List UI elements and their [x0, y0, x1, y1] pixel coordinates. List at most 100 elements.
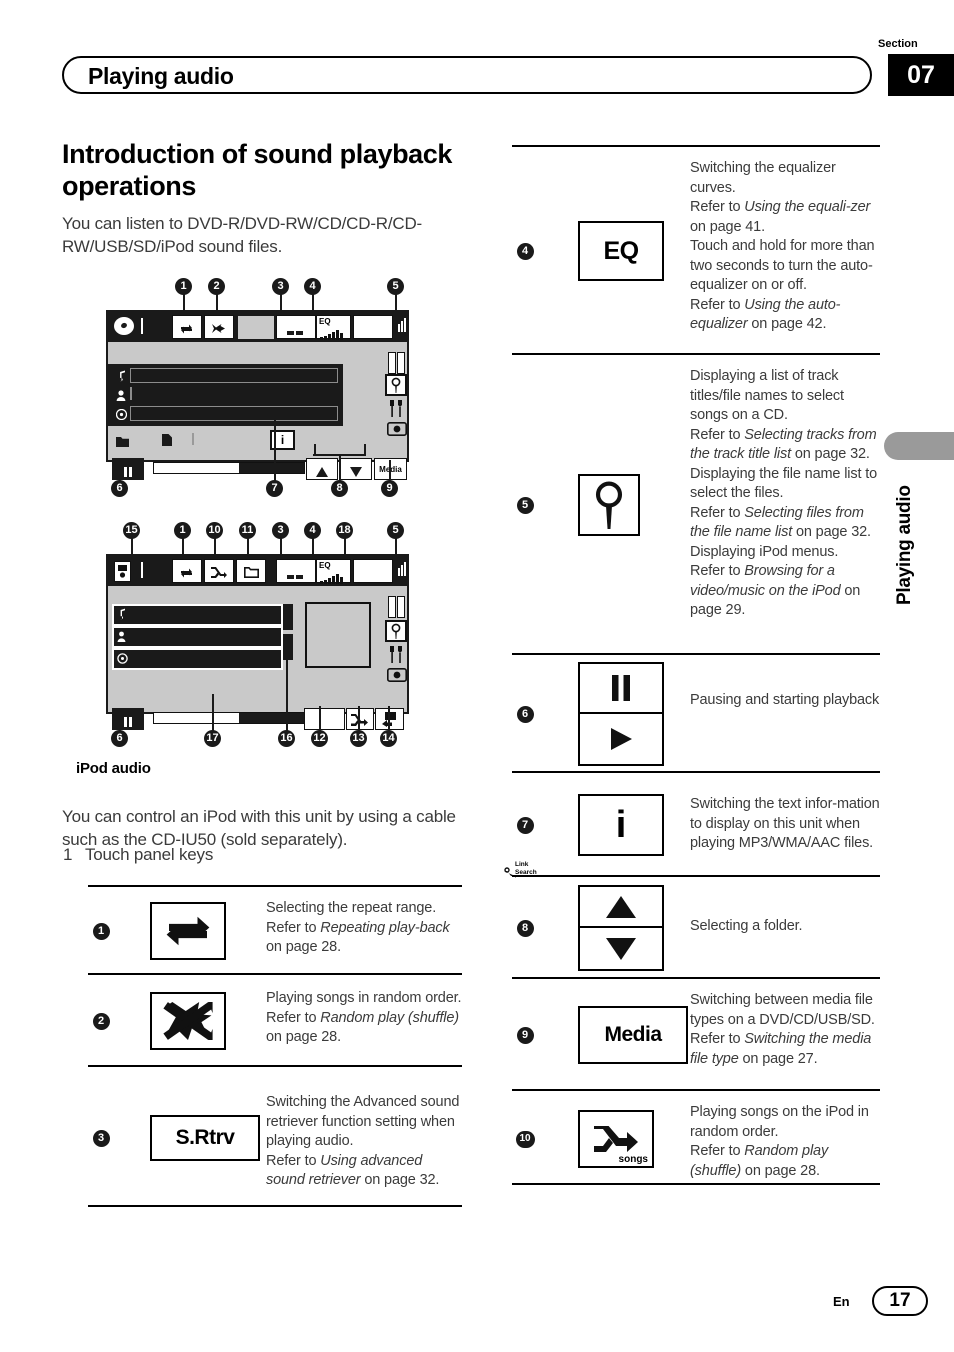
ipod-icon — [114, 561, 131, 582]
key-row: 1 Selecting the repeat range. Refer to Rep… — [88, 885, 462, 973]
repeat-icon[interactable] — [150, 902, 226, 960]
key-description-line: Refer to Random play (shuffle) on page 2… — [266, 1009, 459, 1046]
down-arrow-icon — [350, 464, 362, 477]
key-icon-2 — [150, 992, 226, 1050]
leader-line — [313, 454, 365, 456]
list-row-title[interactable] — [112, 604, 283, 626]
manual-page: Playing audio Section 07 Introduction of… — [0, 0, 954, 1352]
key-description-line: Switching the text infor-mation to displ… — [690, 796, 880, 851]
key-number-10: 10 — [512, 1091, 538, 1187]
note-icon — [116, 369, 126, 382]
key-description: Pausing and starting playback — [690, 691, 882, 711]
callout-16: 16 — [278, 730, 295, 747]
topbar-key-blank[interactable] — [353, 559, 393, 583]
text-icon[interactable]: S.Rtrv — [150, 1115, 260, 1161]
key-description-line: Playing songs in random order. — [266, 990, 462, 1006]
leader-line — [339, 454, 341, 482]
key-row: 4 EQ Switching the equalizer curves. Refer … — [512, 145, 880, 353]
key-description: Playing songs on the iPod in random orde… — [690, 1103, 882, 1181]
callout-9: 9 — [516, 1026, 534, 1044]
up-arrow-icon — [316, 464, 328, 477]
callout-13: 13 — [350, 730, 367, 747]
footer-page-number: 17 — [872, 1286, 928, 1316]
link-search-key[interactable]: Link Search — [304, 708, 537, 878]
key-row: 10 songs Playing songs on the iPod in rand… — [512, 1089, 880, 1185]
callout-14: 14 — [380, 730, 397, 747]
key-number-6: 6 — [512, 655, 538, 773]
key-description-line: Refer to Selecting tracks from the track… — [690, 426, 877, 463]
list-row-artist[interactable] — [112, 626, 283, 648]
key-number-3: 3 — [88, 1067, 114, 1209]
eq-bars-icon — [320, 571, 348, 584]
srtrv-indicator — [287, 575, 294, 579]
callout-4: 4 — [304, 522, 321, 539]
key-description-line: Pausing and starting playback — [690, 692, 880, 708]
down-arrow-icon[interactable] — [578, 928, 664, 971]
list-row-album[interactable] — [112, 648, 283, 670]
scrollbar[interactable] — [388, 352, 396, 374]
callout-17: 17 — [204, 730, 221, 747]
key-number-7: 7 — [512, 773, 538, 877]
artist-icon — [116, 388, 126, 401]
up-arrow-icon[interactable] — [578, 885, 664, 928]
key-icon-7: i — [578, 794, 664, 856]
list-marker: 1 — [63, 845, 73, 864]
topbar-blank-cell — [238, 316, 274, 339]
topbar-key-blank[interactable] — [353, 315, 393, 339]
info-glyph: i — [615, 803, 627, 846]
key-table-left: 1 Selecting the repeat range. Refer to Rep… — [88, 885, 462, 1207]
srtrv-indicator — [287, 331, 294, 335]
running-head-pill: Playing audio — [62, 56, 872, 94]
key-number-1: 1 — [88, 887, 114, 975]
scrollbar[interactable] — [397, 352, 405, 374]
key-description-line: Refer to Repeating play-back on page 28. — [266, 919, 450, 956]
srtrv-key[interactable] — [276, 559, 316, 583]
shuffle-songs-icon[interactable]: songs — [578, 1110, 654, 1168]
album-icon — [115, 407, 128, 421]
srtrv-key[interactable] — [276, 315, 316, 339]
callout-5: 5 — [387, 278, 404, 295]
magnifier-icon[interactable] — [578, 474, 640, 536]
pause-icon — [124, 714, 132, 727]
divider — [141, 318, 143, 334]
footer-language: En — [833, 1294, 850, 1309]
illustration-disc-audio: 1 2 3 4 5 EQ i 6 7 8 9 — [100, 278, 415, 498]
scroll-handle[interactable] — [283, 634, 293, 660]
album-line — [130, 406, 338, 421]
page-title: Introduction of sound playback operation… — [62, 139, 453, 201]
eq-bars-icon — [320, 327, 348, 340]
key-description-line: Touch and hold for more than two seconds… — [690, 238, 875, 293]
leader-line — [358, 706, 360, 732]
callout-11: 11 — [239, 522, 256, 539]
callout-1: 1 — [92, 922, 110, 940]
play-icon[interactable] — [578, 714, 664, 766]
list-text: Touch panel keys — [85, 845, 214, 864]
key-description: Switching between media file types on a … — [690, 991, 882, 1069]
album-artwork — [305, 602, 371, 668]
info-icon[interactable]: i — [578, 794, 664, 856]
key-description: Selecting the repeat range. Refer to Repe… — [266, 899, 462, 958]
scrollbar[interactable] — [388, 596, 396, 618]
leader-line — [274, 418, 276, 482]
pause-icon[interactable] — [578, 662, 664, 714]
key-icon-3: S.Rtrv — [150, 1115, 260, 1161]
text-icon[interactable]: Media — [578, 1006, 688, 1064]
scroll-handle[interactable] — [283, 604, 293, 630]
callout-18: 18 — [336, 522, 353, 539]
key-description-line: Refer to Browsing for a video/music on t… — [690, 563, 861, 618]
callout-7: 7 — [516, 816, 534, 834]
leader-line — [389, 460, 391, 482]
callout-2: 2 — [208, 278, 225, 295]
shuffle-icon[interactable] — [150, 992, 226, 1050]
scrollbar[interactable] — [397, 596, 405, 618]
leader-line — [119, 712, 121, 732]
section-label: Section — [878, 38, 918, 50]
pause-icon — [124, 464, 132, 477]
screen-subbar — [108, 342, 407, 364]
key-number-8: 8 — [512, 877, 538, 979]
magnifier-icon — [391, 623, 401, 639]
key-description-line: Selecting the repeat range. — [266, 900, 437, 916]
divider — [192, 433, 194, 445]
callout-8: 8 — [331, 480, 348, 497]
text-icon[interactable]: EQ — [578, 221, 664, 281]
